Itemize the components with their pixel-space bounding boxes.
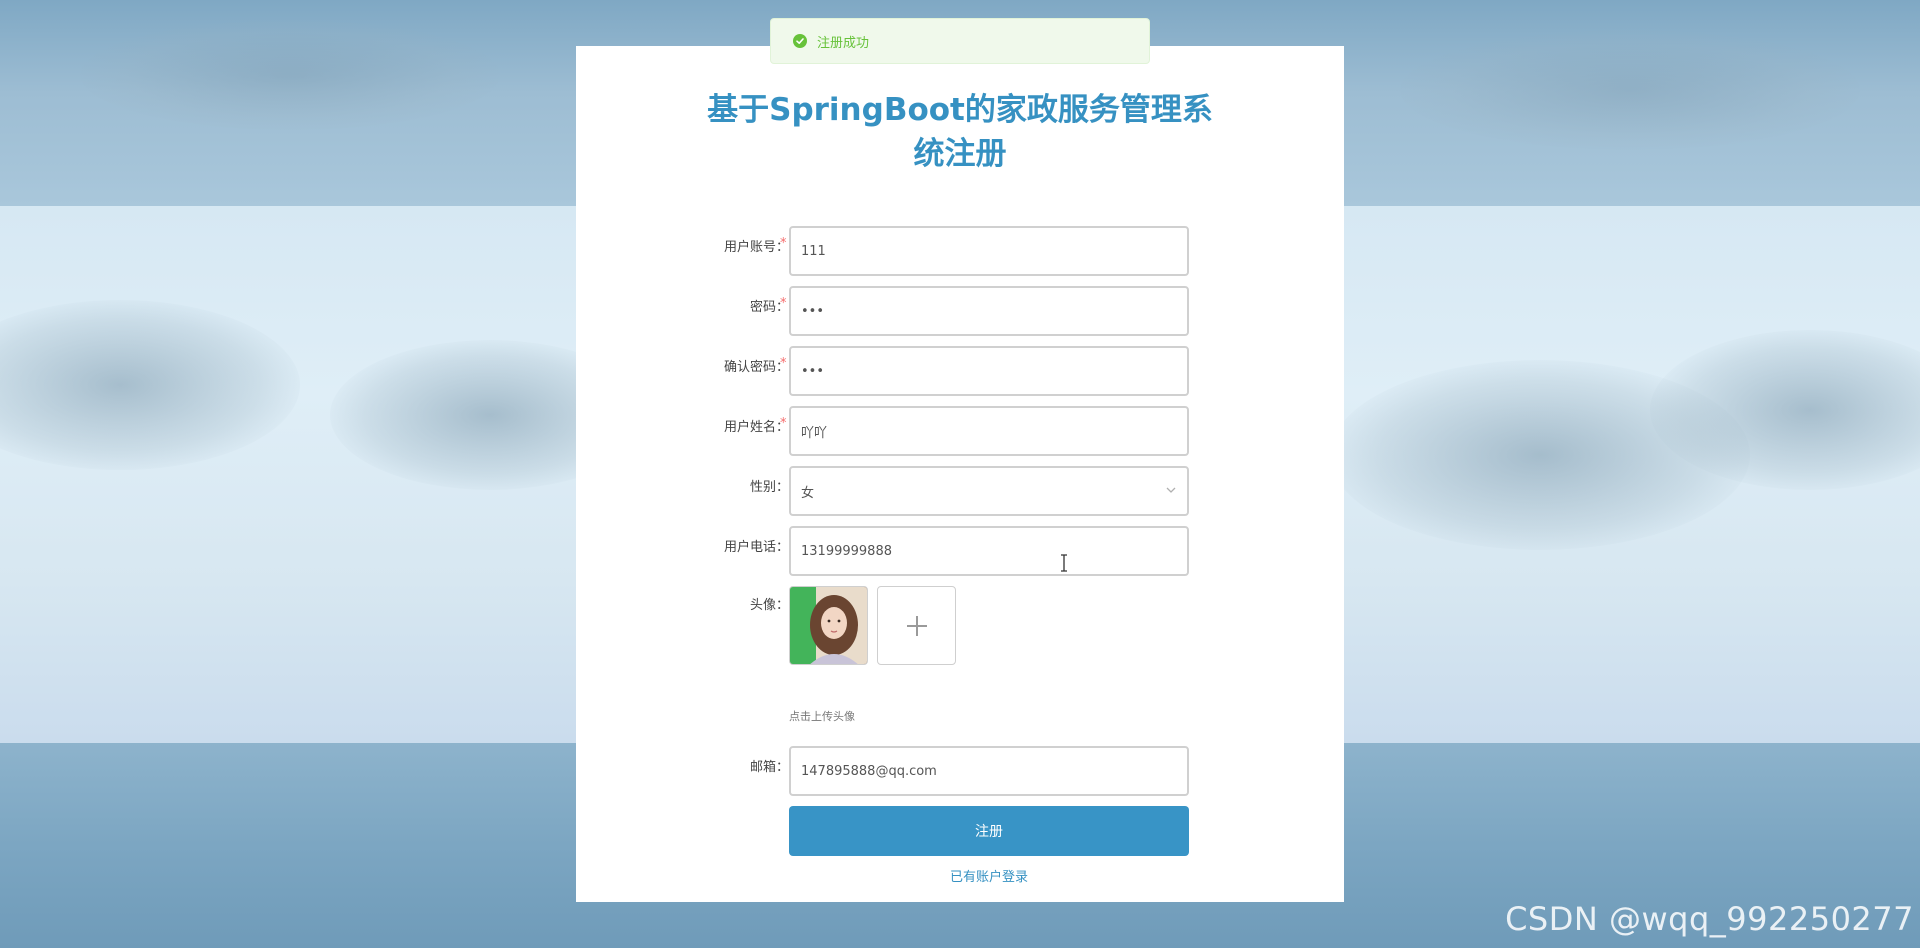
register-card: 基于SpringBoot的家政服务管理系 统注册 用户账号： * 密码： * 确… bbox=[576, 46, 1344, 902]
upload-avatar-button[interactable] bbox=[877, 586, 956, 665]
text-cursor-icon bbox=[1061, 554, 1067, 572]
page-title: 基于SpringBoot的家政服务管理系 统注册 bbox=[576, 88, 1344, 176]
avatar-label: 头像： bbox=[749, 598, 789, 613]
form-row-phone: 用户电话： bbox=[576, 526, 1344, 576]
required-mark: * bbox=[780, 356, 787, 371]
watermark: CSDN @wqq_992250277 bbox=[1505, 900, 1914, 938]
email-label: 邮箱： bbox=[749, 760, 789, 775]
check-circle-icon bbox=[793, 34, 807, 48]
gender-label: 性别： bbox=[749, 480, 789, 495]
gender-select[interactable]: 女 bbox=[789, 466, 1189, 516]
phone-label: 用户电话： bbox=[723, 540, 789, 555]
upload-hint: 点击上传头像 bbox=[789, 710, 855, 723]
phone-input[interactable] bbox=[789, 526, 1189, 576]
form-row-gender: 性别： 女 bbox=[576, 466, 1344, 516]
page-title-line-1: 基于SpringBoot的家政服务管理系 bbox=[707, 92, 1213, 128]
chevron-down-icon bbox=[1166, 487, 1176, 493]
gender-select-value[interactable]: 女 bbox=[789, 466, 1189, 516]
confirm-password-input[interactable] bbox=[789, 346, 1189, 396]
page-title-line-2: 统注册 bbox=[913, 136, 1007, 172]
avatar-image bbox=[790, 587, 867, 664]
email-input[interactable] bbox=[789, 746, 1189, 796]
cloud bbox=[80, 20, 500, 130]
login-link[interactable]: 已有账户登录 bbox=[789, 866, 1189, 885]
required-mark: * bbox=[780, 236, 787, 251]
form-row-avatar: 头像： bbox=[576, 586, 1344, 676]
password-input[interactable] bbox=[789, 286, 1189, 336]
form-row-password: 密码： * bbox=[576, 286, 1344, 336]
toast-message: 注册成功 bbox=[817, 35, 870, 51]
avatar-preview[interactable] bbox=[789, 586, 868, 665]
form-row-account: 用户账号： * bbox=[576, 226, 1344, 276]
required-mark: * bbox=[780, 416, 787, 431]
form-row-name: 用户姓名： * bbox=[576, 406, 1344, 456]
form-row-email: 邮箱： bbox=[576, 746, 1344, 796]
required-mark: * bbox=[780, 296, 787, 311]
account-input[interactable] bbox=[789, 226, 1189, 276]
cloud bbox=[1400, 30, 1860, 150]
register-button[interactable]: 注册 bbox=[789, 806, 1189, 856]
form-row-confirm-password: 确认密码： * bbox=[576, 346, 1344, 396]
name-input[interactable] bbox=[789, 406, 1189, 456]
success-toast: 注册成功 bbox=[770, 18, 1150, 64]
